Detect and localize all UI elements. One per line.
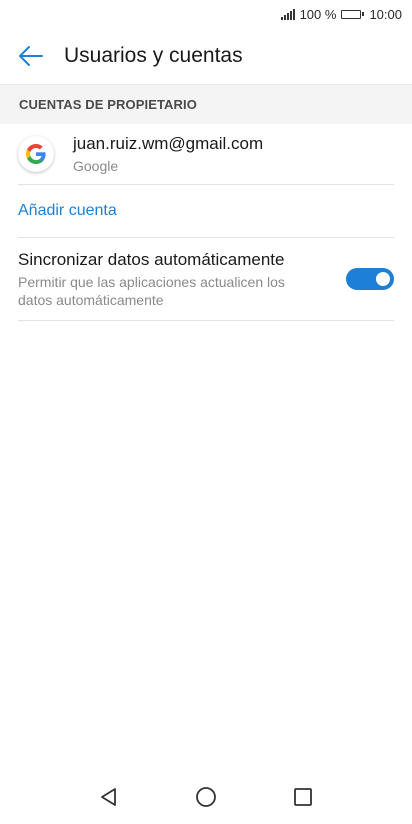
section-header: CUENTAS DE PROPIETARIO (0, 84, 412, 124)
google-logo-icon (18, 136, 54, 172)
nav-back-button[interactable] (91, 779, 127, 815)
account-type: Google (73, 158, 119, 174)
add-account-button[interactable]: Añadir cuenta (18, 185, 394, 238)
battery-icon (341, 9, 365, 19)
auto-sync-setting[interactable]: Sincronizar datos automáticamente Permit… (18, 238, 394, 321)
auto-sync-toggle[interactable] (346, 268, 394, 290)
clock: 10:00 (369, 6, 402, 22)
signal-icon (280, 8, 295, 20)
navigation-bar (0, 770, 412, 824)
circle-home-icon (196, 787, 216, 807)
account-item-google[interactable]: juan.ruiz.wm@gmail.com Google (18, 124, 394, 185)
arrow-left-icon (19, 46, 43, 66)
nav-recents-button[interactable] (285, 779, 321, 815)
page-title: Usuarios y cuentas (64, 44, 243, 67)
auto-sync-title: Sincronizar datos automáticamente (18, 249, 285, 269)
nav-home-button[interactable] (188, 779, 224, 815)
battery-percent: 100 % (299, 6, 337, 22)
back-button[interactable] (15, 40, 47, 72)
status-bar: 100 % 10:00 (0, 0, 412, 28)
triangle-back-icon (100, 788, 116, 806)
toggle-knob (376, 272, 390, 286)
app-bar: Usuarios y cuentas (0, 28, 412, 84)
auto-sync-description: Permitir que las aplicaciones actualicen… (18, 273, 285, 308)
square-recents-icon (294, 788, 313, 806)
account-email: juan.ruiz.wm@gmail.com (73, 134, 264, 153)
